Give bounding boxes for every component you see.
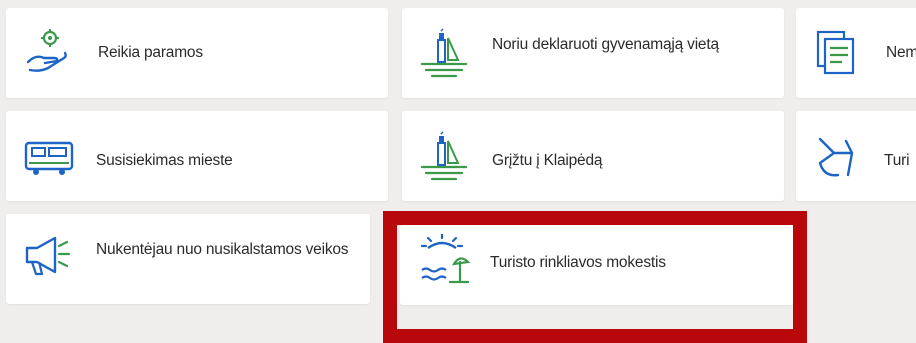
tile-susisiekimas[interactable]: Susisiekimas mieste xyxy=(6,111,388,201)
tile-label: Susisiekimas mieste xyxy=(96,152,233,169)
tile-reikia-paramos[interactable]: Reikia paramos xyxy=(6,8,388,98)
route-icon xyxy=(812,131,864,183)
tile-label: Nem xyxy=(886,44,916,61)
tile-label: Nukentėjau nuo nusikalstamos veikos xyxy=(96,241,349,258)
tile-label: Reikia paramos xyxy=(98,44,203,61)
tile-label: Noriu deklaruoti gyvenamąją vietą xyxy=(492,36,719,53)
tile-label: Turisto rinkliavos mokestis xyxy=(490,254,666,271)
document-icon xyxy=(812,28,864,80)
tile-nem[interactable]: Nem xyxy=(796,8,916,98)
bus-icon xyxy=(23,133,75,185)
tile-grizstu[interactable]: Grįžtu į Klaipėdą xyxy=(402,111,784,201)
lighthouse-icon xyxy=(418,28,470,80)
lighthouse-icon xyxy=(418,131,470,183)
tile-label: Turi xyxy=(884,152,910,169)
tile-turi[interactable]: Turi xyxy=(796,111,916,201)
hand-gear-icon xyxy=(24,26,76,78)
tile-deklaruoti-vieta[interactable]: Noriu deklaruoti gyvenamąją vietą xyxy=(402,8,784,98)
tile-turisto-rinkliava[interactable]: Turisto rinkliavos mokestis xyxy=(400,225,794,305)
beach-sun-icon xyxy=(418,232,471,286)
tile-label: Grįžtu į Klaipėdą xyxy=(492,152,603,169)
tile-nukentejau[interactable]: Nukentėjau nuo nusikalstamos veikos xyxy=(6,214,370,304)
megaphone-icon xyxy=(23,230,75,282)
